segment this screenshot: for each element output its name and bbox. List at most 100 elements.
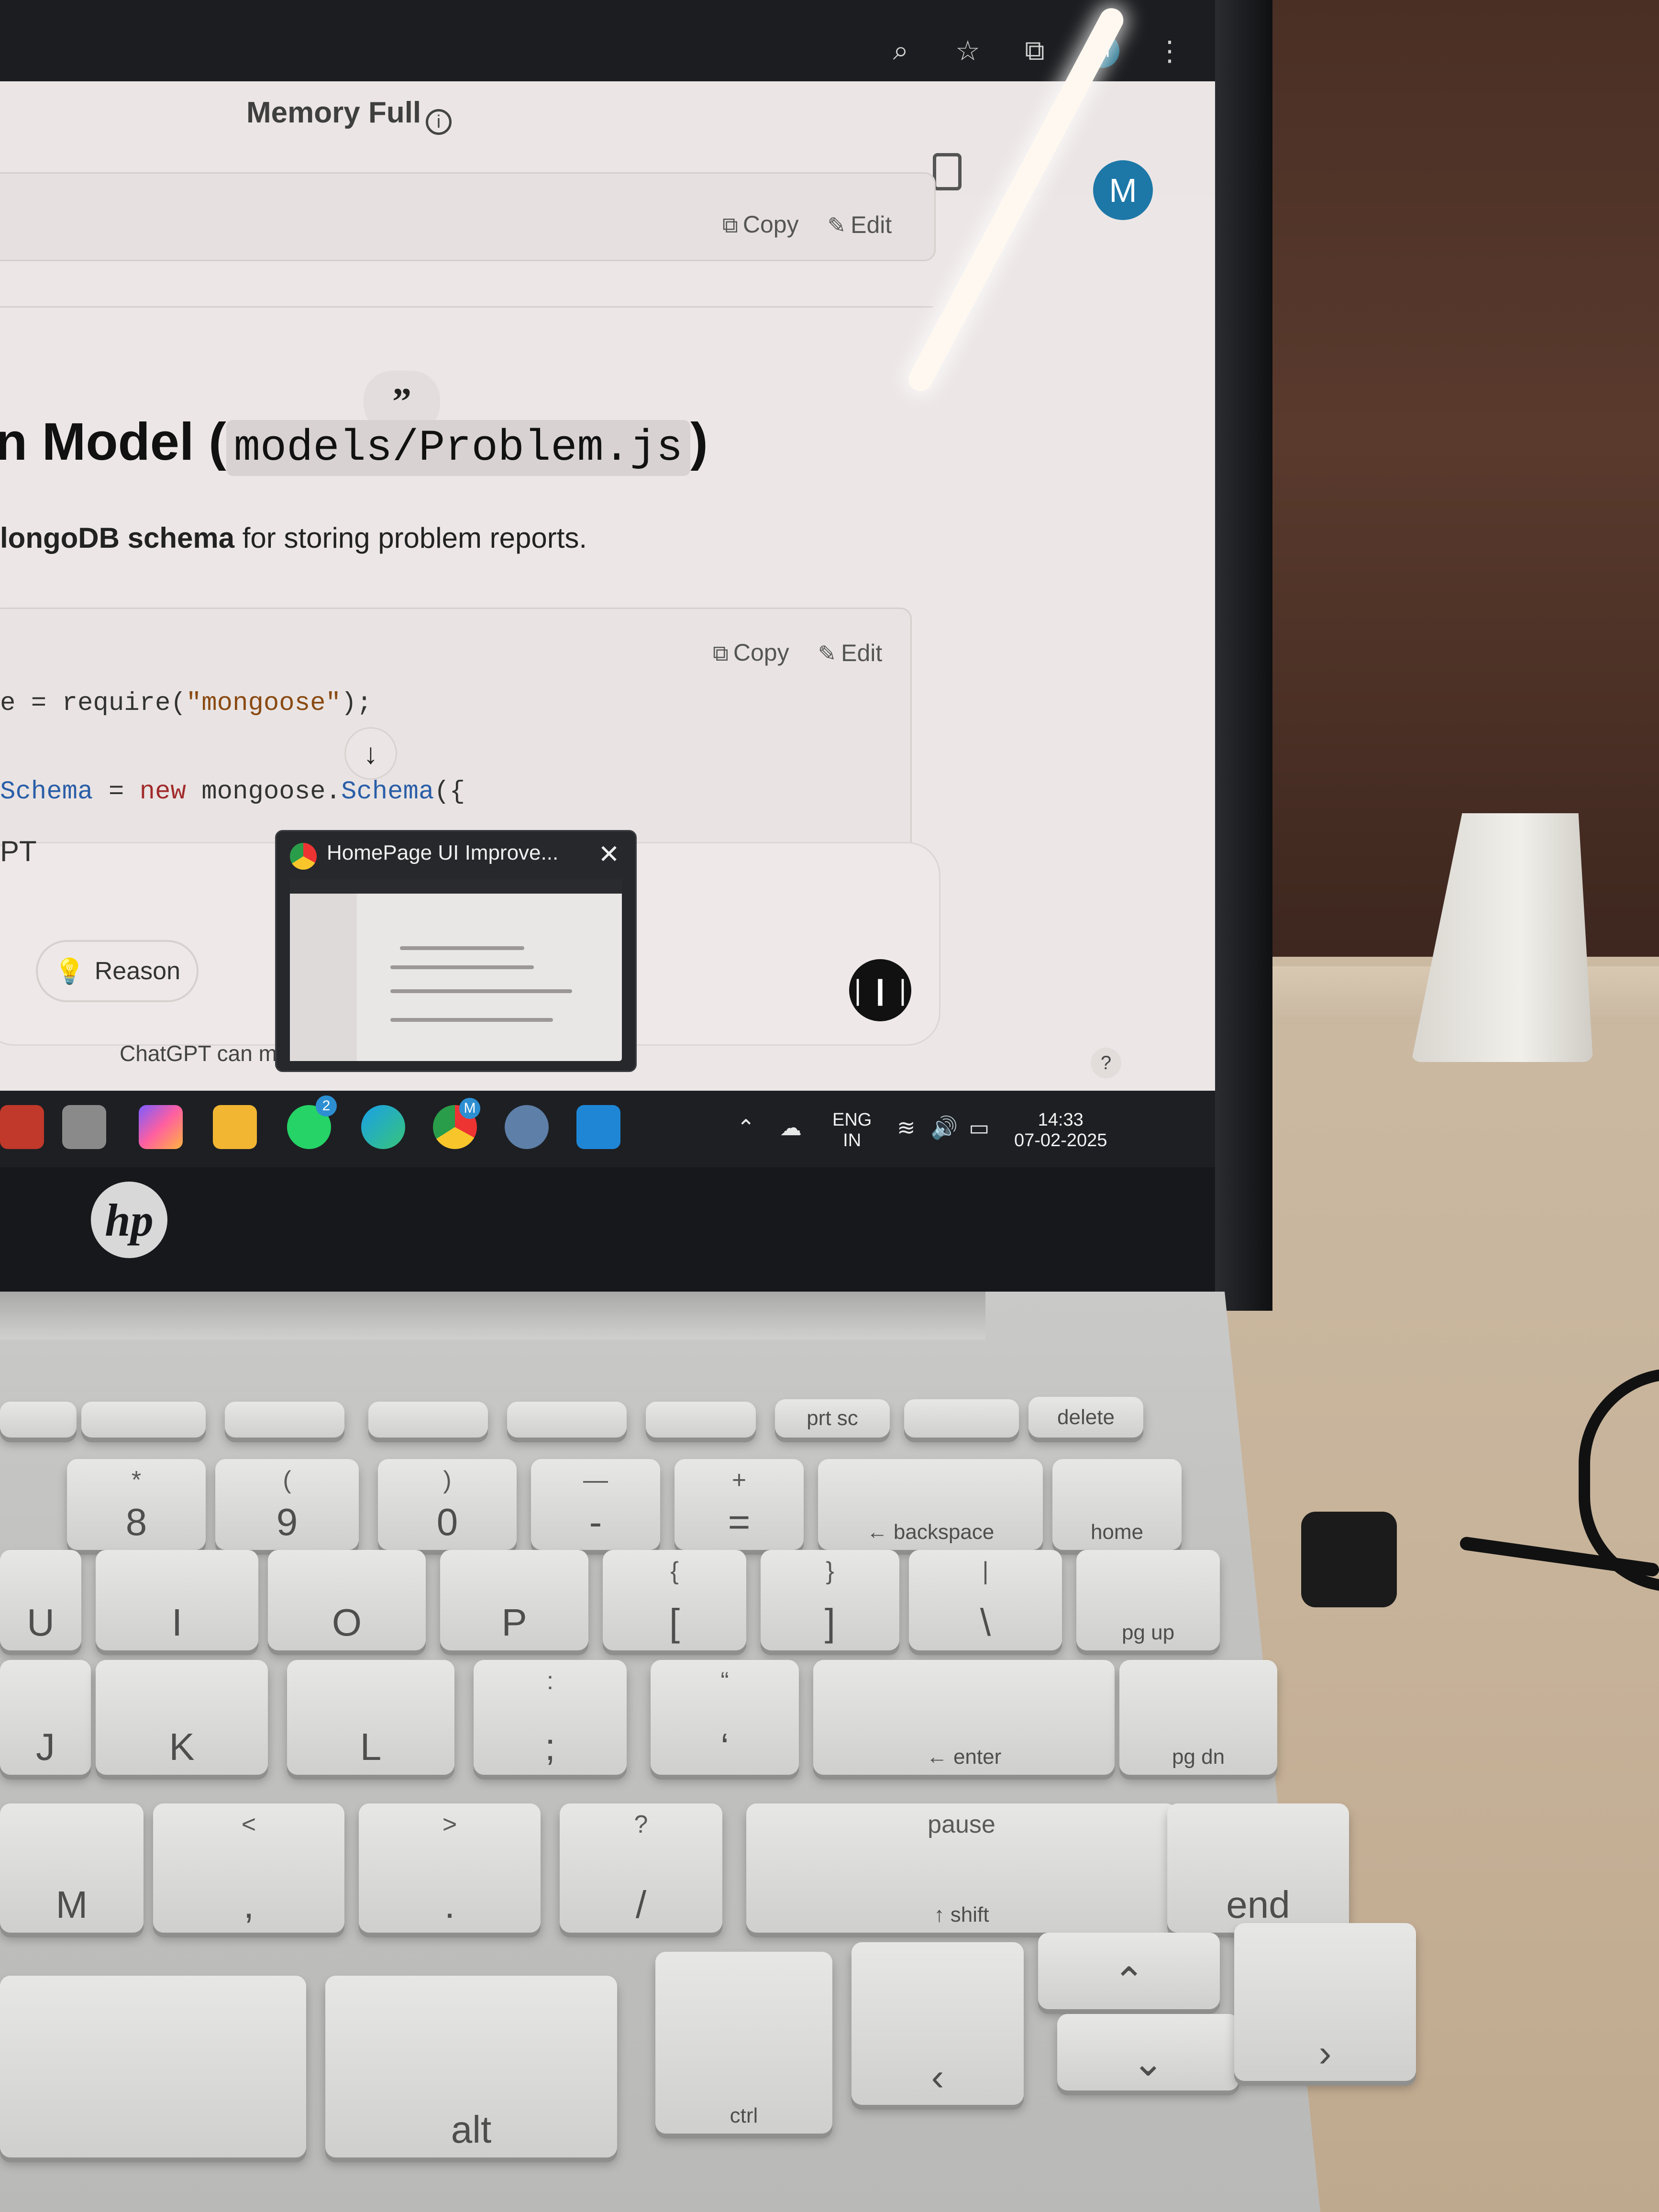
user-avatar[interactable]: M [1093, 160, 1153, 220]
keyboard-key[interactable] [81, 1402, 206, 1438]
keyboard-key[interactable]: - — [531, 1459, 660, 1550]
keyboard-key[interactable]: pg up [1076, 1550, 1220, 1650]
clock[interactable]: 14:33 07-02-2025 [1014, 1110, 1107, 1151]
keyboard-key[interactable]: 8 * [67, 1459, 206, 1550]
preview-thumbnail[interactable] [290, 879, 622, 1061]
file-explorer-icon[interactable] [213, 1105, 257, 1149]
keyboard-key[interactable]: ↑ shift pause [746, 1803, 1177, 1933]
info-icon[interactable]: i [426, 109, 452, 135]
keyboard-key[interactable]: ⌃ [1038, 1933, 1220, 2009]
help-button[interactable]: ? [1091, 1048, 1121, 1078]
reason-button[interactable]: 💡 Reason [36, 940, 199, 1002]
keyboard-key[interactable]: ctrl [655, 1952, 832, 2134]
bookmark-star-icon[interactable]: ☆ [951, 34, 984, 67]
key-label: K [169, 1725, 195, 1768]
key-shift-label: ) [443, 1466, 452, 1494]
code-identifier: Schema [341, 777, 434, 807]
wifi-icon[interactable]: ≋ [897, 1115, 916, 1140]
message-divider [0, 306, 933, 308]
keyboard-key[interactable]: \ | [909, 1550, 1062, 1650]
keyboard-key[interactable]: home [1052, 1459, 1182, 1550]
keyboard-key[interactable]: [{ [603, 1550, 746, 1650]
key-label: ⌃ [1113, 1960, 1145, 2002]
extensions-icon[interactable]: ⧉ [1018, 34, 1051, 67]
chevron-up-icon[interactable]: ⌃ [737, 1115, 755, 1140]
keyboard-key[interactable]: , < [153, 1803, 344, 1933]
key-shift-label: { [670, 1557, 679, 1585]
keyboard-key[interactable]: ]} [761, 1550, 899, 1650]
language-indicator[interactable]: ENG IN [832, 1110, 872, 1151]
keyboard-key[interactable]: = + [675, 1459, 804, 1550]
edit-label: Edit [851, 211, 892, 238]
keyboard-key[interactable]: ‹ [852, 1942, 1024, 2105]
keyboard-key[interactable]: delete [1029, 1397, 1143, 1438]
key-label: \ [980, 1601, 991, 1644]
keyboard-key[interactable]: . > [359, 1803, 541, 1933]
app-store-icon[interactable] [505, 1105, 549, 1149]
keyboard-key[interactable]: 9( [215, 1459, 359, 1550]
keyboard-key[interactable]: /? [560, 1803, 722, 1933]
key-label: ; [544, 1725, 556, 1768]
keyboard-key[interactable] [904, 1399, 1019, 1438]
task-view-icon[interactable] [62, 1105, 106, 1149]
keyboard-key[interactable]: O [268, 1550, 426, 1650]
browser-menu-icon[interactable]: ⋮ [1153, 34, 1186, 67]
volume-icon[interactable]: 🔊 [930, 1115, 958, 1141]
keyboard-key[interactable] [225, 1402, 344, 1438]
copy-icon: ⧉ [722, 212, 738, 237]
keyboard-key[interactable]: pg dn [1119, 1660, 1277, 1775]
close-icon[interactable]: ✕ [592, 837, 626, 871]
vscode-icon[interactable] [576, 1105, 620, 1149]
code-line-2: Schema = new mongoose.Schema({ [0, 777, 465, 807]
taskbar-preview-popup[interactable]: HomePage UI Improve... ✕ [275, 830, 637, 1072]
keyboard-key[interactable]: ;: [474, 1660, 627, 1775]
key-label: alt [451, 2108, 492, 2151]
copy-button[interactable]: ⧉ Copy [713, 639, 789, 667]
keyboard-key[interactable]: alt [325, 1976, 617, 2157]
zoom-icon[interactable]: ⌕ [884, 34, 918, 67]
voice-mode-button[interactable]: ❘❙❘ [847, 959, 914, 1021]
keyboard-key[interactable]: K [96, 1660, 268, 1775]
keyboard-key[interactable]: U [0, 1550, 81, 1650]
keyboard-key[interactable]: P [440, 1550, 588, 1650]
keyboard-key[interactable] [646, 1402, 756, 1438]
memory-status[interactable]: Memory Full [246, 96, 421, 130]
edge-icon[interactable] [361, 1105, 405, 1149]
key-label: / [635, 1883, 647, 1926]
browser-toolbar-icons: ⌕ ☆ ⧉ M ⋮ [884, 33, 1186, 68]
key-label: - [589, 1501, 602, 1543]
copy-button[interactable]: ⧉ Copy [722, 210, 799, 239]
key-label: P [501, 1601, 527, 1644]
keyboard-key[interactable]: J [0, 1660, 91, 1775]
onedrive-icon[interactable]: ☁ [780, 1115, 802, 1140]
document-icon[interactable] [933, 153, 962, 190]
wooden-wall [1225, 0, 1659, 976]
keyboard-key[interactable]: 0) [378, 1459, 517, 1550]
office-icon[interactable] [0, 1105, 44, 1149]
key-shift-label: : [546, 1667, 554, 1695]
edit-button[interactable]: ✎ Edit [818, 639, 883, 667]
keyboard-key[interactable]: ← enter [813, 1660, 1115, 1775]
keyboard-key[interactable]: L [287, 1660, 454, 1775]
keyboard-key[interactable]: prt sc [775, 1399, 890, 1438]
key-shift-label: } [826, 1557, 834, 1585]
keyboard-key[interactable]: I [96, 1550, 258, 1650]
thumbnail-line [400, 946, 524, 950]
keyboard-key[interactable] [507, 1402, 627, 1438]
key-label: pg up [1121, 1621, 1175, 1644]
keyboard-key[interactable] [0, 1976, 306, 2157]
keyboard-key[interactable]: ‘“ [651, 1660, 799, 1775]
keyboard-key[interactable] [368, 1402, 488, 1438]
keyboard-key[interactable]: › [1234, 1923, 1416, 2081]
copilot-icon[interactable] [139, 1105, 183, 1149]
scroll-down-button[interactable]: ↓ [344, 727, 397, 780]
key-shift-label: * [131, 1466, 142, 1494]
keyboard-key[interactable]: ⌄ [1057, 2014, 1239, 2090]
battery-icon[interactable]: ▭ [969, 1115, 989, 1140]
key-shift-label: ( [283, 1466, 291, 1494]
keyboard-key[interactable] [0, 1402, 77, 1438]
keyboard-key[interactable]: M [0, 1803, 144, 1933]
keyboard-key[interactable]: ← backspace [818, 1459, 1043, 1550]
keyboard-key[interactable]: end [1167, 1803, 1349, 1933]
edit-button[interactable]: ✎ Edit [828, 211, 892, 239]
